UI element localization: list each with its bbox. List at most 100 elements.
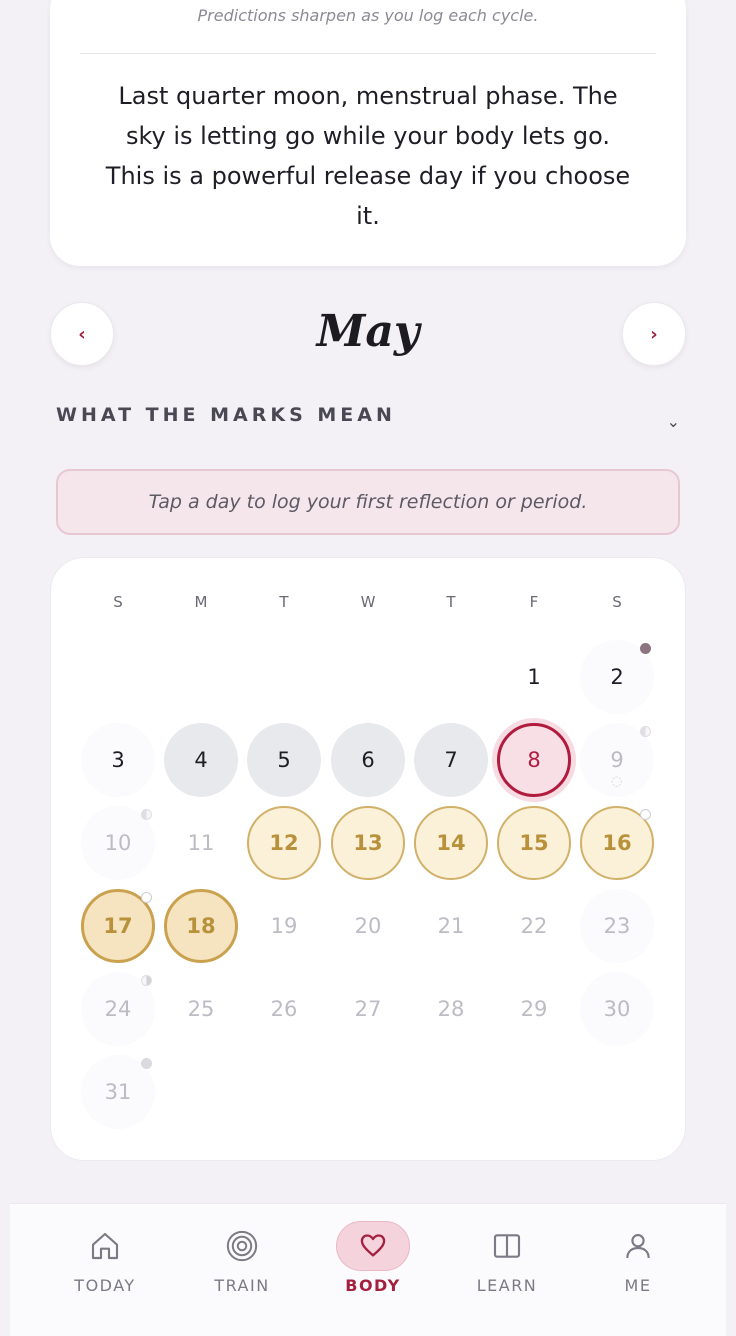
calendar-day[interactable]: 21 — [414, 889, 488, 963]
day-number: 13 — [353, 831, 383, 855]
month-title: May — [316, 306, 420, 357]
heart-icon — [360, 1234, 386, 1257]
day-number: 17 — [103, 914, 133, 938]
moon-phase-icon — [640, 726, 651, 737]
calendar-day[interactable]: 1 — [497, 640, 571, 714]
calendar-day[interactable]: 13 — [331, 806, 405, 880]
divider — [80, 53, 656, 54]
target-icon — [226, 1230, 258, 1262]
tab-label: TODAY — [74, 1276, 136, 1295]
chevron-down-icon: ⌄ — [666, 412, 680, 431]
calendar-day[interactable]: 4 — [164, 723, 238, 797]
active-tab-pill — [336, 1221, 410, 1271]
day-number: 5 — [277, 748, 291, 772]
reflection-line: sky is letting go while your body lets g… — [126, 122, 610, 150]
hint-banner: Tap a day to log your first reflection o… — [56, 469, 680, 535]
day-number: 4 — [194, 748, 208, 772]
chevron-right-icon: › — [650, 323, 658, 345]
weekday-label: T — [446, 593, 456, 611]
day-number: 9 — [610, 748, 624, 772]
chevron-left-icon: ‹ — [78, 323, 86, 345]
day-number: 2 — [610, 665, 624, 689]
moon-phase-icon — [141, 892, 152, 903]
weekday-label: S — [612, 593, 622, 611]
reflection-card: Predictions sharpen as you log each cycl… — [50, 0, 686, 266]
tab-label: BODY — [345, 1276, 401, 1295]
reflection-line: Last quarter moon, menstrual phase. The — [118, 82, 618, 110]
weekday-label: S — [113, 593, 123, 611]
previous-month-button[interactable]: ‹ — [50, 302, 114, 366]
reflection-line: it. — [356, 202, 380, 230]
prediction-note: Predictions sharpen as you log each cycl… — [197, 6, 539, 25]
reflection-line: This is a powerful release day if you ch… — [105, 162, 631, 190]
day-number: 31 — [104, 1080, 132, 1104]
drop-icon: ◌ — [611, 774, 623, 789]
moon-phase-icon — [141, 975, 152, 986]
day-number: 21 — [437, 914, 465, 938]
calendar-day[interactable]: 29 — [497, 972, 571, 1046]
calendar-day[interactable]: 23 — [580, 889, 654, 963]
day-number: 26 — [270, 997, 298, 1021]
calendar-day[interactable]: 30 — [580, 972, 654, 1046]
calendar-day[interactable]: 3 — [81, 723, 155, 797]
weekday-label: W — [360, 593, 376, 611]
day-number: 18 — [186, 914, 216, 938]
day-number: 30 — [603, 997, 631, 1021]
calendar-day[interactable]: 19 — [247, 889, 321, 963]
calendar-day[interactable]: 20 — [331, 889, 405, 963]
reflection-text: Last quarter moon, menstrual phase. The … — [90, 76, 646, 236]
weekday-label: T — [279, 593, 289, 611]
day-number: 3 — [111, 748, 125, 772]
day-number: 16 — [602, 831, 632, 855]
weekday-label: M — [194, 593, 208, 611]
tab-label: TRAIN — [214, 1276, 270, 1295]
calendar-day[interactable]: 18 — [164, 889, 238, 963]
marks-legend-toggle[interactable]: WHAT THE MARKS MEAN ⌄ — [56, 404, 680, 434]
home-icon — [91, 1232, 119, 1260]
calendar-day[interactable]: 12 — [247, 806, 321, 880]
tab-label: ME — [624, 1276, 652, 1295]
moon-phase-icon — [640, 643, 651, 654]
calendar-day[interactable]: 15 — [497, 806, 571, 880]
bottom-tab-bar: TODAY TRAIN BODY LEARN ME — [0, 1185, 736, 1336]
day-number: 8 — [527, 748, 541, 772]
day-number: 6 — [361, 748, 375, 772]
calendar-day[interactable]: 5 — [247, 723, 321, 797]
day-number: 20 — [354, 914, 382, 938]
tab-me[interactable]: ME — [578, 1224, 698, 1295]
legend-label: WHAT THE MARKS MEAN — [56, 404, 396, 426]
day-number: 1 — [527, 665, 541, 689]
weekday-label: F — [529, 593, 539, 611]
tab-today[interactable]: TODAY — [45, 1224, 165, 1295]
day-number: 7 — [444, 748, 458, 772]
day-number: 19 — [270, 914, 298, 938]
day-number: 10 — [104, 831, 132, 855]
day-number: 22 — [520, 914, 548, 938]
tab-learn[interactable]: LEARN — [447, 1224, 567, 1295]
next-month-button[interactable]: › — [622, 302, 686, 366]
day-number: 25 — [187, 997, 215, 1021]
calendar-day[interactable]: 25 — [164, 972, 238, 1046]
person-icon — [626, 1234, 650, 1259]
tab-label: LEARN — [476, 1276, 538, 1295]
calendar-day[interactable]: 27 — [331, 972, 405, 1046]
tab-body[interactable]: BODY — [313, 1221, 433, 1295]
day-number: 29 — [520, 997, 548, 1021]
calendar-day[interactable]: 22 — [497, 889, 571, 963]
day-number: 14 — [436, 831, 466, 855]
calendar-day[interactable]: 7 — [414, 723, 488, 797]
tab-train[interactable]: TRAIN — [182, 1224, 302, 1295]
moon-phase-icon — [640, 809, 651, 820]
day-number: 23 — [603, 914, 631, 938]
day-number: 11 — [187, 831, 215, 855]
calendar-day[interactable]: 11 — [164, 806, 238, 880]
calendar-day[interactable]: 28 — [414, 972, 488, 1046]
calendar-day[interactable]: 14 — [414, 806, 488, 880]
calendar-day[interactable]: 26 — [247, 972, 321, 1046]
calendar-day[interactable]: 6 — [331, 723, 405, 797]
day-number: 27 — [354, 997, 382, 1021]
day-number: 28 — [437, 997, 465, 1021]
moon-phase-icon — [141, 1058, 152, 1069]
calendar-card: S M T W T F S 1 2 3 4 5 6 7 8 9 ◌ 10 11 12 13 14 15 16 17 18 19 20 2… — [50, 557, 686, 1161]
calendar-day[interactable]: 8 — [497, 723, 571, 797]
